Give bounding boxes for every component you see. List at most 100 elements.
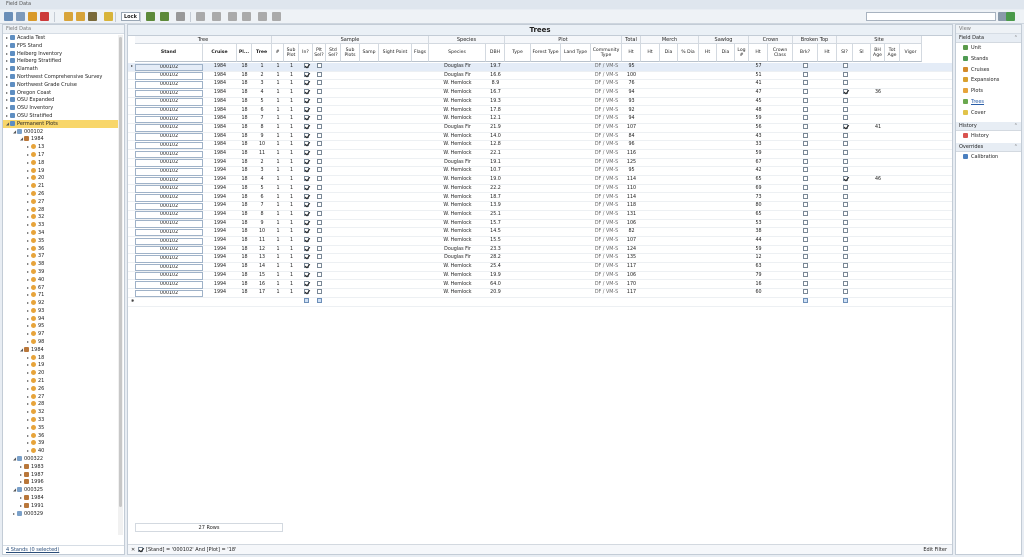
cell-dbh[interactable]: 14.0 [486,133,505,142]
cell-cht[interactable]: 56 [749,124,768,133]
cell-plot[interactable]: 18 [237,228,252,237]
cell-community[interactable]: DF / VM-S [591,141,622,150]
table-row[interactable]: 000102 1984 18 9 1 1 W. Hemlock 14.0 DF / VM-S 84… [128,132,952,142]
cell-dbh[interactable]: 19.9 [486,272,505,281]
cell-tree[interactable]: 16 [252,281,272,290]
tree-remove-icon[interactable] [160,12,169,21]
tree-node[interactable]: ◢ 000322 [3,455,118,463]
site-index-checkbox[interactable] [842,202,848,208]
cell-species[interactable]: W. Hemlock [429,220,486,229]
cell-ht[interactable]: 82 [622,228,641,237]
site-index-checkbox[interactable] [842,71,848,77]
tree-node[interactable]: ▸ Heiberg Inventory [3,50,118,58]
cell-stand[interactable]: 000102 [135,63,203,72]
cell-plot[interactable]: 18 [237,159,252,168]
broken-top-checkbox[interactable] [803,63,808,68]
cell-community[interactable]: DF / VM-S [591,254,622,263]
cell-dbh[interactable]: 16.7 [486,89,505,98]
cell-community[interactable]: DF / VM-S [591,150,622,159]
cell-plot[interactable]: 18 [237,124,252,133]
tree-add-icon[interactable] [146,12,155,21]
cell-plot[interactable]: 18 [237,211,252,220]
cell-num[interactable]: 1 [272,63,284,72]
cell-subplot[interactable]: 1 [284,263,299,272]
cell-cruise[interactable]: 1984 [203,150,237,159]
plot-selected-checkbox[interactable] [317,176,322,182]
tree-node[interactable]: ▸ 18 [3,159,118,167]
cell-community[interactable]: DF / VM-S [591,115,622,124]
cell-dbh[interactable]: 13.9 [486,202,505,211]
in-checkbox[interactable] [303,80,309,86]
cell-ht[interactable]: 114 [622,176,641,185]
cell-cruise[interactable]: 1994 [203,254,237,263]
cell-stand[interactable]: 000102 [135,237,203,246]
cell-bhage[interactable] [871,289,885,298]
cell-stand[interactable]: 000102 [135,107,203,115]
table-row[interactable]: 000102 1994 18 6 1 1 W. Hemlock 18.7 DF / VM-S 11… [128,193,952,203]
tree-node[interactable]: ▸ FPS Stand [3,42,118,50]
tree-node[interactable]: ▸ 17 [3,151,118,159]
plot-selected-checkbox[interactable] [317,202,322,208]
cell-stand[interactable]: 000102 [135,167,203,176]
cell-cruise[interactable]: 1994 [203,202,237,211]
cell-species[interactable]: W. Hemlock [429,115,486,124]
cell-dbh[interactable]: 23.3 [486,246,505,255]
cell-ht[interactable]: 84 [622,133,641,142]
cell-cht[interactable]: 59 [749,246,768,255]
cell-ht[interactable]: 106 [622,272,641,281]
cell-cht[interactable]: 65 [749,211,768,220]
broken-top-checkbox[interactable] [803,115,808,121]
tree-node[interactable]: ▸ 19 [3,361,118,369]
cell-subplot[interactable]: 1 [284,194,299,203]
cell-cht[interactable]: 12 [749,254,768,263]
table-row[interactable]: 000102 1994 18 16 1 1 W. Hemlock 64.0 DF / VM-S 1… [128,280,952,290]
cell-bhage[interactable] [871,80,885,89]
cell-subplot[interactable]: 1 [284,220,299,229]
tree-node[interactable]: ▸ 33 [3,416,118,424]
cell-community[interactable]: DF / VM-S [591,133,622,142]
cell-cht[interactable]: 45 [749,98,768,107]
plot-selected-checkbox[interactable] [317,237,322,242]
cell-stand[interactable]: 000102 [135,159,203,167]
cell-bhage[interactable] [871,159,885,168]
search-input[interactable] [866,12,996,21]
in-checkbox[interactable] [303,176,309,182]
cell-species[interactable]: W. Hemlock [429,107,486,116]
cell-subplot[interactable]: 1 [284,124,299,133]
column-header-brk[interactable]: Brk? [793,44,818,62]
cell-ht[interactable]: 95 [622,167,641,176]
broken-top-checkbox[interactable] [803,89,808,95]
table-row[interactable]: 000102 1994 18 9 1 1 W. Hemlock 15.7 DF / VM-S 10… [128,219,952,229]
tree-node[interactable]: ▸ 20 [3,174,118,182]
cell-num[interactable]: 1 [272,133,284,142]
cell-ht[interactable]: 110 [622,185,641,194]
cell-plot[interactable]: 18 [237,185,252,194]
tree-node[interactable]: ▸ 1983 [3,463,118,471]
cell-num[interactable]: 1 [272,159,284,168]
tree-node[interactable]: ▸ Oregon Coast [3,89,118,97]
cell-plot[interactable]: 18 [237,133,252,142]
cell-plot[interactable]: 18 [237,281,252,290]
column-header-mdia[interactable]: Dia [660,44,678,62]
column-header-subplots[interactable]: Sub Plots [341,44,360,62]
cell-stand[interactable]: 000102 [135,72,203,80]
cell-ht[interactable]: 92 [622,107,641,116]
broken-top-checkbox[interactable] [803,123,808,129]
tree-node[interactable]: ▸ 1991 [3,502,118,510]
tree-scrollbar[interactable] [118,35,123,535]
in-checkbox[interactable] [303,271,309,277]
tree-node[interactable]: ▸ 28 [3,206,118,214]
cell-subplot[interactable]: 1 [284,228,299,237]
column-header-species[interactable]: Species [429,44,486,62]
cell-dbh[interactable]: 19.0 [486,176,505,185]
plus-icon[interactable] [272,12,281,21]
cell-cruise[interactable]: 1984 [203,98,237,107]
tree-node[interactable]: ▸ 20 [3,369,118,377]
cell-tree[interactable]: 6 [252,194,272,203]
in-checkbox[interactable] [303,280,309,286]
cell-num[interactable]: 1 [272,89,284,98]
plot-selected-checkbox[interactable] [317,219,322,225]
cell-plot[interactable]: 18 [237,72,252,81]
tree-node[interactable]: ▸ 93 [3,307,118,315]
plot-selected-checkbox[interactable] [317,106,322,112]
